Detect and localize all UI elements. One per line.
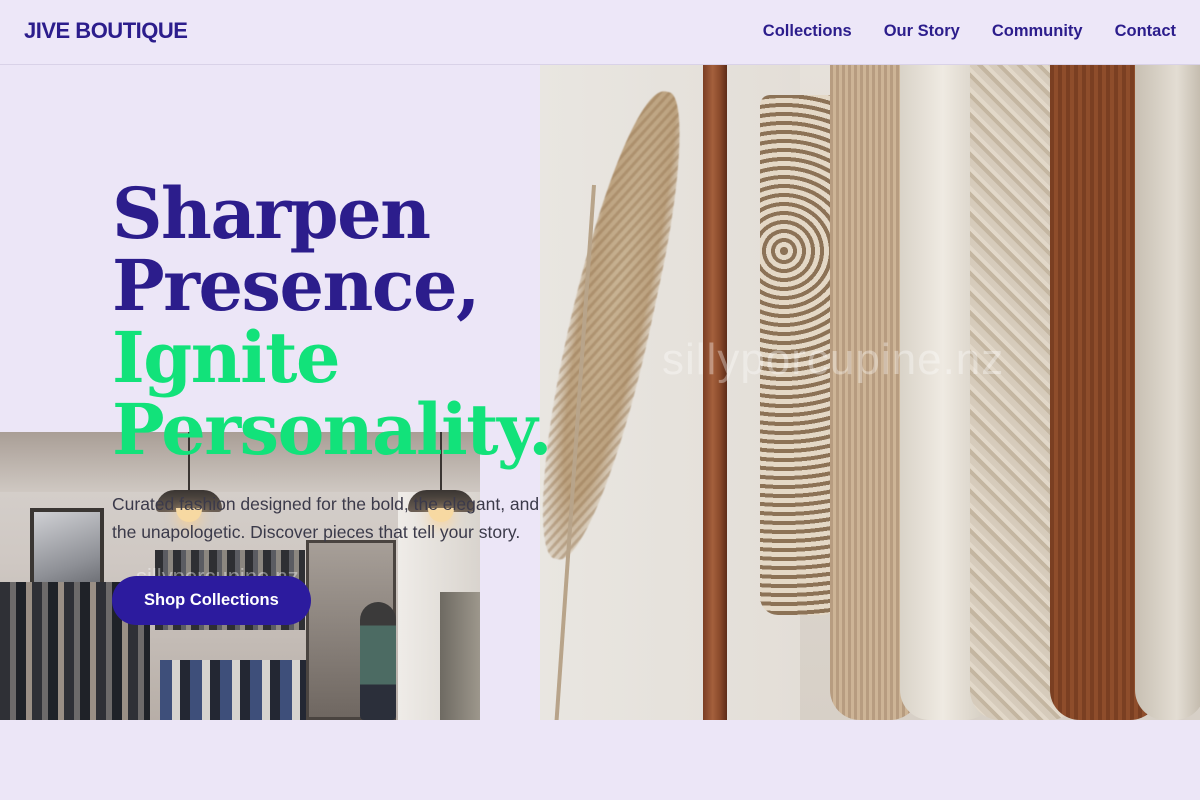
wooden-pole — [703, 65, 727, 720]
nav-link-our-story[interactable]: Our Story — [884, 22, 960, 41]
shop-collections-button[interactable]: Shop Collections — [112, 576, 311, 625]
hero-title: Sharpen Presence, Ignite Personality. — [112, 178, 572, 466]
nav-link-contact[interactable]: Contact — [1115, 22, 1176, 41]
store-clothing-rack-bottom — [160, 660, 310, 720]
hero-description: Curated fashion designed for the bold, t… — [112, 494, 540, 542]
image-watermark: sillyporcupine.nz — [662, 335, 1005, 384]
hero-title-line-4: Personality. — [112, 388, 553, 471]
nav-link-collections[interactable]: Collections — [763, 22, 852, 41]
site-header: JIVE BOUTIQUE Collections Our Story Comm… — [0, 0, 1200, 65]
main-nav: Collections Our Story Community Contact — [763, 22, 1176, 41]
hero-title-line-3: Ignite — [112, 316, 341, 399]
nav-link-community[interactable]: Community — [992, 22, 1083, 41]
hero-title-line-1: Sharpen — [112, 172, 431, 255]
clothing-rack-image: sillyporcupine.nz — [540, 65, 1200, 720]
hero-section: Sharpen Presence, Ignite Personality. Cu… — [112, 178, 572, 625]
hero-title-line-2: Presence, — [112, 244, 480, 327]
grey-cardigan — [1135, 65, 1200, 720]
brand-logo[interactable]: JIVE BOUTIQUE — [24, 18, 188, 44]
